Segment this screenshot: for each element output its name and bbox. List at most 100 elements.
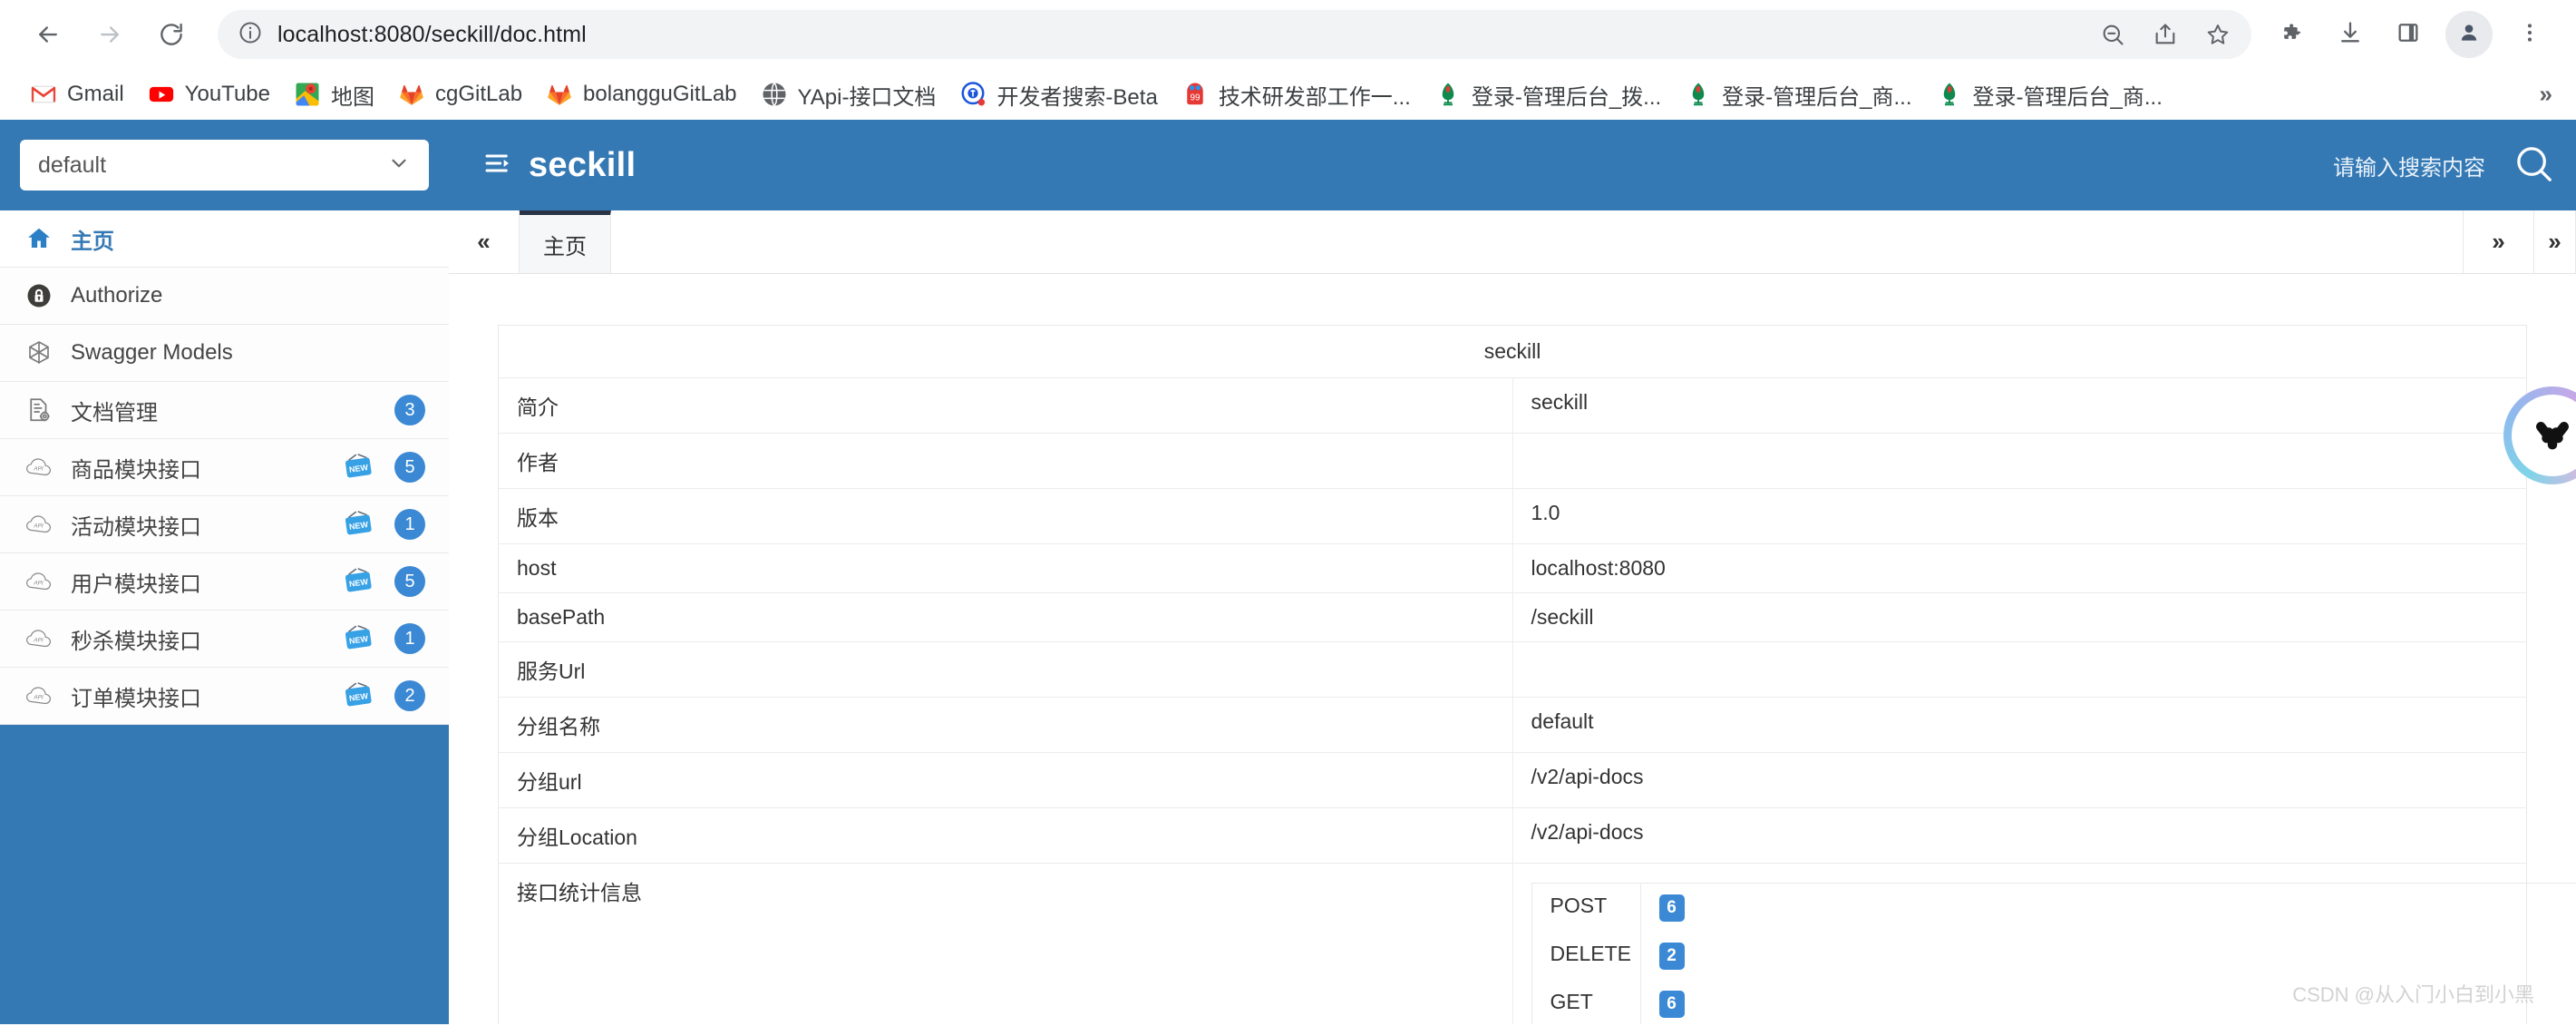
sidebar-item-order-module[interactable]: API 订单模块接口 NEW 2: [0, 668, 449, 725]
sidebar-item-count: 3: [394, 395, 425, 425]
site-info-icon[interactable]: [238, 20, 263, 50]
table-row: 版本 1.0: [498, 488, 2527, 544]
row-key: 简介: [498, 377, 1513, 434]
bookmark-label: 地图: [330, 84, 374, 110]
omnibox-actions: [2088, 10, 2242, 59]
leaf-icon: [1434, 81, 1462, 108]
youtube-icon: [148, 81, 175, 108]
globe-icon: [761, 81, 788, 108]
row-key: basePath: [498, 592, 1513, 642]
tab-bar-filler: [611, 210, 2464, 273]
sidebar-item-user-module[interactable]: API 用户模块接口 NEW 5: [0, 553, 449, 611]
downloads-button[interactable]: [2324, 8, 2377, 61]
zoom-out-icon[interactable]: [2088, 10, 2137, 59]
back-button[interactable]: [20, 6, 76, 63]
api-overview-table: seckill 简介 seckill 作者 版本 1.0 host localh…: [498, 325, 2576, 1024]
bookmark-label: bolangguGitLab: [583, 82, 737, 106]
row-value: 1.0: [1512, 488, 2527, 544]
reload-button[interactable]: [143, 6, 199, 63]
bookmark-item[interactable]: YouTube: [136, 75, 282, 113]
bookmark-item[interactable]: 登录-管理后台_拨...: [1423, 73, 1673, 116]
svg-text:API: API: [33, 695, 44, 701]
bookmark-item[interactable]: 登录-管理后台_商...: [1673, 73, 1923, 116]
bookmarks-overflow-button[interactable]: »: [2531, 77, 2561, 112]
leaf-icon: [1936, 81, 1963, 108]
api-cloud-icon: API: [24, 509, 54, 540]
header-search[interactable]: 请输入搜索内容: [2333, 142, 2576, 189]
row-key: host: [498, 543, 1513, 593]
extensions-button[interactable]: [2266, 8, 2318, 61]
bookmark-item[interactable]: 99 技术研发部工作一...: [1170, 73, 1423, 116]
more-menu-icon: [2518, 21, 2542, 49]
gitlab-icon: [398, 81, 425, 108]
row-value: /seckill: [1512, 592, 2527, 642]
group-select[interactable]: default: [20, 140, 429, 191]
new-badge-icon: NEW: [338, 509, 378, 540]
bookmark-label: YApi-接口文档: [797, 84, 937, 110]
row-value: /v2/api-docs: [1512, 752, 2527, 808]
bookmark-star-icon[interactable]: [2193, 10, 2242, 59]
bookmark-label: 登录-管理后台_拨...: [1471, 84, 1662, 110]
tabs-scroll-left-button[interactable]: «: [449, 210, 520, 273]
search-icon[interactable]: [2513, 142, 2554, 189]
table-row: basePath /seckill: [498, 592, 2527, 642]
bookmark-item[interactable]: 登录-管理后台_商...: [1924, 73, 2174, 116]
tabs-more-button[interactable]: »: [2534, 210, 2576, 273]
main-area: seckill 请输入搜索内容 « 主页 » » seckill 简介 seck…: [449, 120, 2576, 1024]
sidebar-item-authorize[interactable]: Authorize: [0, 268, 449, 325]
sidebar-item-swagger-models[interactable]: Swagger Models: [0, 325, 449, 382]
tab-home[interactable]: 主页: [520, 210, 611, 273]
sidebar-item-count: 1: [394, 623, 425, 654]
svg-text:API: API: [33, 466, 44, 473]
google-maps-icon: [294, 81, 321, 108]
table-row-stats: 接口统计信息 POST 6 DELETE 2 GET 6: [498, 863, 2576, 1024]
search-input[interactable]: 请输入搜索内容: [2333, 150, 2485, 181]
forward-arrow-icon: [96, 21, 123, 48]
row-value: localhost:8080: [1512, 543, 2527, 593]
new-badge-icon: NEW: [338, 452, 378, 483]
table-row: 服务Url: [498, 641, 2527, 698]
sidebar-item-home[interactable]: 主页: [0, 210, 449, 268]
sidebar-item-doc-management[interactable]: 文档管理 3: [0, 382, 449, 439]
gmail-icon: [30, 81, 57, 108]
bookmark-item[interactable]: YApi-接口文档: [749, 73, 948, 116]
row-value: default: [1512, 697, 2527, 753]
brand: seckill: [483, 146, 636, 185]
sidebar-item-product-module[interactable]: API 商品模块接口 NEW 5: [0, 439, 449, 496]
table-row: 分组url /v2/api-docs: [498, 752, 2527, 808]
forward-button[interactable]: [82, 6, 138, 63]
share-icon[interactable]: [2141, 10, 2190, 59]
browser-toolbar: localhost:8080/seckill/doc.html: [0, 0, 2576, 69]
sidebar-item-activity-module[interactable]: API 活动模块接口 NEW 1: [0, 496, 449, 553]
bookmark-item[interactable]: 开发者搜索-Beta: [948, 73, 1169, 116]
triple-blade-cube-icon: [2527, 408, 2576, 464]
table-row: 分组名称 default: [498, 697, 2527, 753]
api-cloud-icon: API: [24, 566, 54, 597]
sidebar-menu: 主页 Authorize Swagger Models 文档管理 3 API 商…: [0, 210, 449, 725]
downloads-icon: [2338, 20, 2363, 50]
row-key: 服务Url: [498, 641, 1513, 698]
row-key: 分组名称: [498, 697, 1513, 753]
row-key: 作者: [498, 433, 1513, 489]
bookmark-item[interactable]: bolangguGitLab: [534, 75, 748, 113]
url-text[interactable]: localhost:8080/seckill/doc.html: [277, 22, 2088, 48]
profile-button[interactable]: [2445, 11, 2493, 58]
side-panel-button[interactable]: [2382, 8, 2435, 61]
more-menu-button[interactable]: [2503, 8, 2556, 61]
bookmark-item[interactable]: Gmail: [18, 75, 136, 113]
sidebar-item-seckill-module[interactable]: API 秒杀模块接口 NEW 1: [0, 611, 449, 668]
bookmark-item[interactable]: cgGitLab: [386, 75, 534, 113]
sidebar: default 主页 Authorize Swagger Models 文档管理…: [0, 120, 449, 1024]
sidebar-item-count: 5: [394, 452, 425, 483]
row-key: 分组Location: [498, 807, 1513, 864]
menu-collapse-icon[interactable]: [483, 149, 512, 182]
address-bar[interactable]: localhost:8080/seckill/doc.html: [218, 10, 2251, 59]
swagger-models-icon: [24, 337, 54, 368]
bookmark-label: 登录-管理后台_商...: [1722, 84, 1912, 110]
api-cloud-icon: API: [24, 680, 54, 711]
row-value: /v2/api-docs: [1512, 807, 2527, 864]
tabs-scroll-right-button[interactable]: »: [2464, 210, 2534, 273]
bookmark-item[interactable]: 地图: [282, 73, 386, 116]
doc99-icon: 99: [1181, 81, 1209, 108]
http-method-label: GET: [1531, 980, 1641, 1024]
